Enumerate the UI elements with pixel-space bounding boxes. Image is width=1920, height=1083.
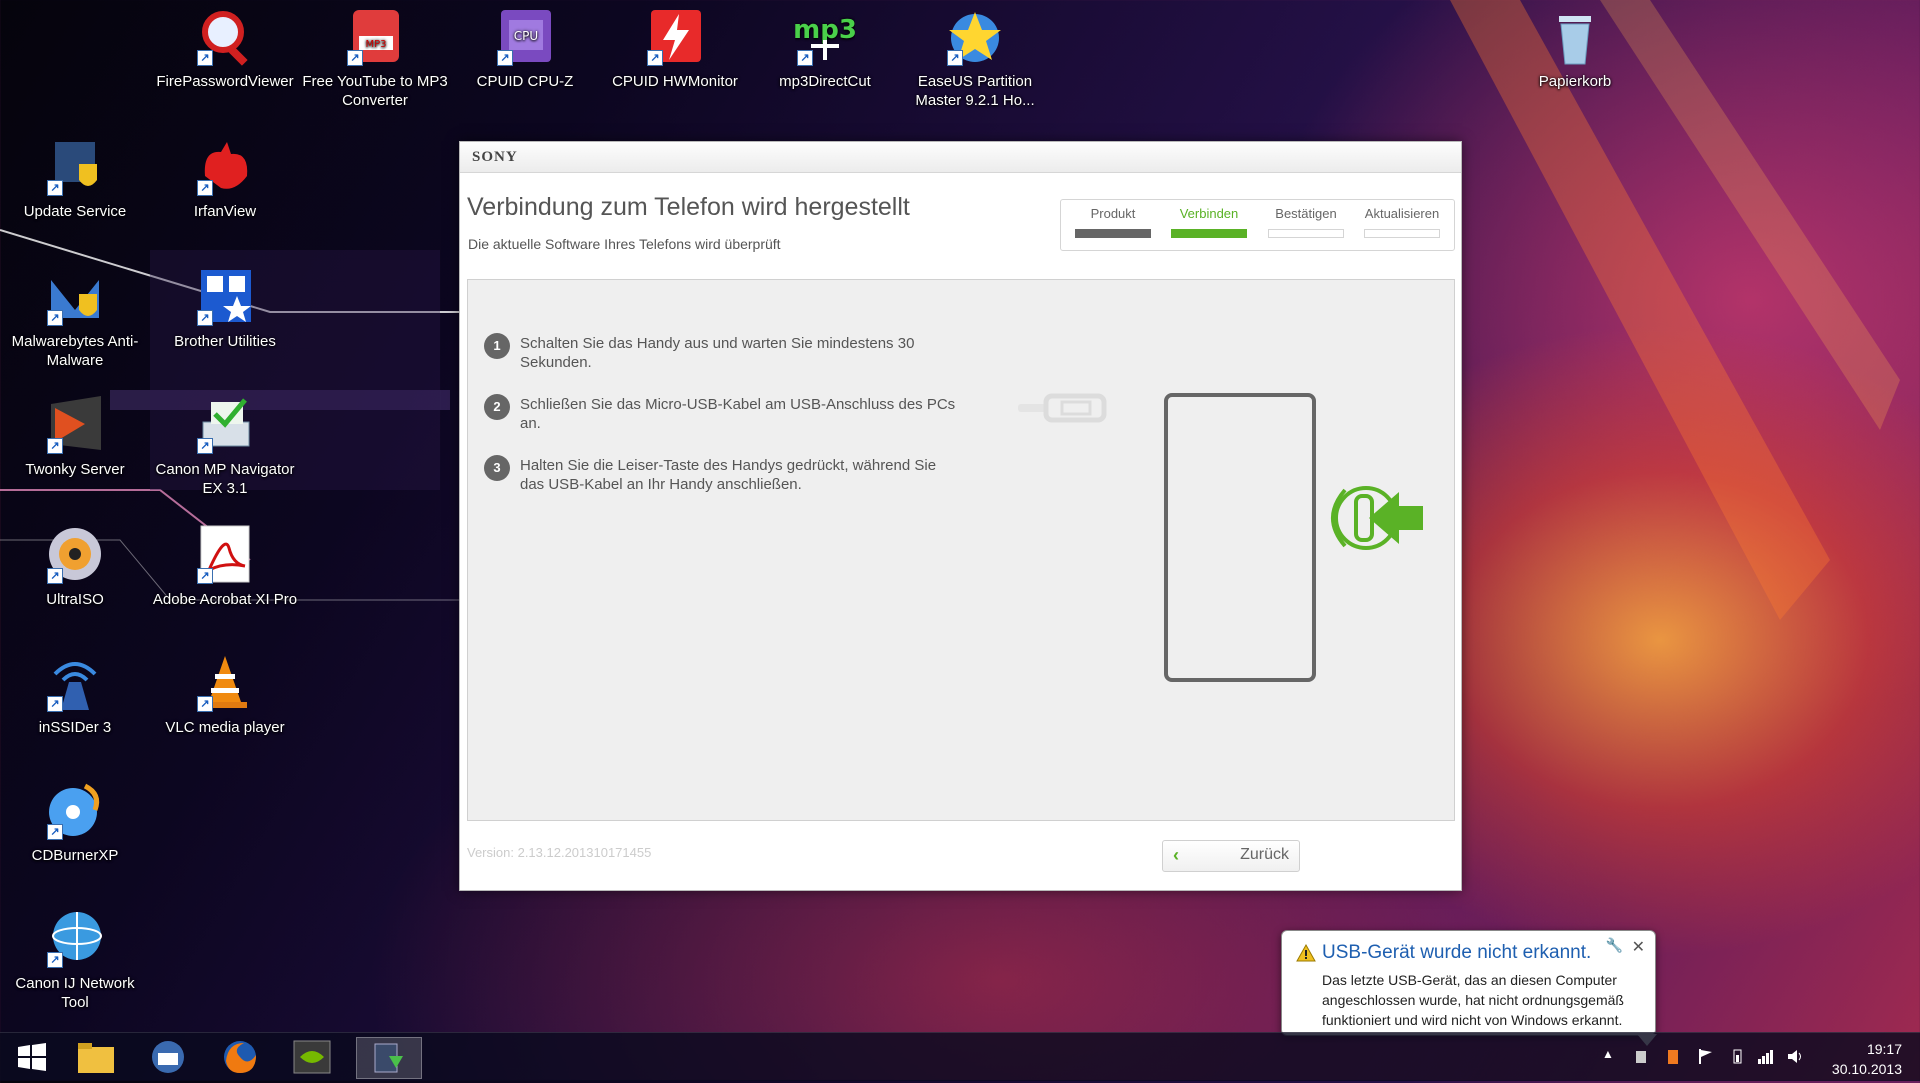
- taskbar-thunderbird[interactable]: [140, 1037, 196, 1077]
- desktop-icon-inssider[interactable]: ↗ inSSIDer 3: [0, 652, 150, 737]
- tray-expand-icon[interactable]: ▲: [1602, 1047, 1620, 1065]
- desktop-icon-acrobat[interactable]: ↗ Adobe Acrobat XI Pro: [150, 524, 300, 609]
- desktop-icon-cpu-z[interactable]: CPU ↗ CPUID CPU-Z: [450, 6, 600, 91]
- usb-error-notification[interactable]: USB-Gerät wurde nicht erkannt. Das letzt…: [1281, 930, 1657, 1046]
- desktop-icon-easeus[interactable]: ↗ EaseUS Partition Master 9.2.1 Ho...: [900, 6, 1050, 110]
- step-number-badge: 2: [484, 394, 510, 420]
- notification-body: Das letzte USB-Gerät, das an diesen Comp…: [1322, 972, 1624, 1028]
- key-magnifier-icon: ↗: [195, 6, 255, 66]
- step-number-badge: 3: [484, 455, 510, 481]
- desktop-icon-mp3directcut[interactable]: mp3 ↗ mp3DirectCut: [750, 6, 900, 91]
- taskbar: ▲ 19:17 30.10.2013: [0, 1032, 1920, 1081]
- desktop-icon-canon-ij-network[interactable]: ↗ Canon IJ Network Tool: [0, 908, 150, 1012]
- taskbar-nvidia[interactable]: [284, 1037, 340, 1077]
- signal-icon[interactable]: [1756, 1047, 1774, 1065]
- desktop-icon-twonky[interactable]: ↗ Twonky Server: [0, 394, 150, 479]
- taskbar-sony-update[interactable]: [356, 1037, 422, 1079]
- desktop-icon-cdburnerxp[interactable]: ↗ CDBurnerXP: [0, 780, 150, 865]
- scanner-icon: ↗: [195, 394, 255, 454]
- instruction-step-1: 1 Schalten Sie das Handy aus und warten …: [484, 333, 960, 372]
- page-subtitle: Die aktuelle Software Ihres Telefons wir…: [468, 236, 781, 252]
- mp3-cut-icon: mp3 ↗: [793, 15, 857, 66]
- nvidia-icon: [293, 1040, 331, 1074]
- step-number-badge: 1: [484, 333, 510, 359]
- taskbar-explorer[interactable]: [68, 1037, 124, 1077]
- taskbar-firefox[interactable]: [212, 1037, 268, 1077]
- sony-update-dialog: SONY Verbindung zum Telefon wird hergest…: [459, 141, 1462, 891]
- usb-cable-icon: [1018, 393, 1107, 423]
- orange-tray-icon[interactable]: [1664, 1047, 1682, 1065]
- desktop-icon-brother-utilities[interactable]: ↗ Brother Utilities: [150, 266, 300, 351]
- partition-star-icon: ↗: [945, 6, 1005, 66]
- toolbox-icon: ↗: [195, 266, 255, 326]
- desktop-icon-free-youtube-to-mp3[interactable]: MP3 ↗ Free YouTube to MP3 Converter: [300, 6, 450, 110]
- svg-text:MP3: MP3: [365, 39, 386, 50]
- phone-outline-icon: [1164, 393, 1316, 682]
- red-cat-icon: ↗: [195, 136, 255, 196]
- usb-tray-icon[interactable]: [1632, 1047, 1650, 1065]
- disc-icon: ↗: [45, 524, 105, 584]
- twonky-icon: ↗: [45, 394, 105, 454]
- wrench-icon[interactable]: 🔧: [1606, 937, 1623, 954]
- sony-update-icon: [374, 1043, 403, 1073]
- battery-icon[interactable]: [1728, 1047, 1746, 1065]
- cpu-chip-icon: CPU ↗: [495, 6, 555, 66]
- mail-bird-icon: [152, 1041, 184, 1073]
- progress-steps: Produkt Verbinden Bestätigen Aktualisier…: [1060, 199, 1455, 251]
- mp3-file-icon: MP3 ↗: [345, 6, 405, 66]
- network-globe-icon: ↗: [45, 908, 105, 968]
- svg-text:CPU: CPU: [514, 29, 538, 43]
- vlc-cone-icon: ↗: [195, 652, 255, 712]
- version-label: Version: 2.13.12.201310171455: [467, 845, 652, 860]
- step-produkt: Produkt: [1065, 206, 1161, 238]
- instruction-panel: 1 Schalten Sie das Handy aus und warten …: [467, 279, 1455, 821]
- step-bar-pending: [1364, 229, 1440, 238]
- phone-connect-illustration: [1164, 393, 1423, 682]
- desktop-icon-update-service[interactable]: ↗ Update Service: [0, 136, 150, 221]
- pdf-icon: ↗: [195, 524, 255, 584]
- warning-icon: [1296, 944, 1316, 962]
- clock-date: 30.10.2013: [1831, 1061, 1902, 1077]
- close-icon[interactable]: ✕: [1632, 937, 1645, 957]
- wifi-tower-icon: ↗: [45, 652, 105, 712]
- windows-logo-icon: [18, 1043, 46, 1071]
- instruction-step-2: 2 Schließen Sie das Micro-USB-Kabel am U…: [484, 394, 960, 433]
- malwarebytes-icon: ↗: [45, 266, 105, 326]
- desktop-icon-irfanview[interactable]: ↗ IrfanView: [150, 136, 300, 221]
- desktop-icon-papierkorb[interactable]: Papierkorb: [1500, 6, 1650, 91]
- back-button[interactable]: ‹ Zurück: [1162, 840, 1300, 872]
- cd-burner-icon: ↗: [45, 780, 105, 840]
- instruction-step-3: 3 Halten Sie die Leiser-Taste des Handys…: [484, 455, 960, 494]
- desktop-icon-vlc[interactable]: ↗ VLC media player: [150, 652, 300, 737]
- flag-icon[interactable]: [1696, 1047, 1714, 1065]
- brand-logo: SONY: [472, 149, 518, 165]
- step-bar-pending: [1268, 229, 1344, 238]
- desktop-icon-ultraiso[interactable]: ↗ UltraISO: [0, 524, 150, 609]
- folder-icon: [78, 1043, 114, 1073]
- desktop-icon-canon-mp-navigator[interactable]: ↗ Canon MP Navigator EX 3.1: [150, 394, 300, 498]
- desktop-icon-malwarebytes[interactable]: ↗ Malwarebytes Anti-Malware: [0, 266, 150, 370]
- firefox-icon: [224, 1041, 256, 1073]
- step-verbinden: Verbinden: [1161, 206, 1257, 238]
- dialog-title-bar[interactable]: [460, 142, 1461, 173]
- start-button[interactable]: [4, 1037, 60, 1077]
- step-bestaetigen: Bestätigen: [1258, 206, 1354, 238]
- page-title: Verbindung zum Telefon wird hergestellt: [467, 193, 910, 221]
- step-bar-active: [1171, 229, 1247, 238]
- step-bar-done: [1075, 229, 1151, 238]
- notification-title: USB-Gerät wurde nicht erkannt.: [1322, 942, 1592, 963]
- speaker-icon[interactable]: [1786, 1047, 1804, 1065]
- lightning-monitor-icon: ↗: [645, 6, 705, 66]
- chevron-left-icon: ‹: [1173, 845, 1179, 865]
- step-aktualisieren: Aktualisieren: [1354, 206, 1450, 238]
- update-shield-icon: ↗: [45, 136, 105, 196]
- recycle-bin-icon: [1545, 6, 1605, 66]
- arrow-left-icon: [1369, 492, 1423, 544]
- desktop-icon-firepasswordviewer[interactable]: ↗ FirePasswordViewer: [150, 6, 300, 91]
- clock-time: 19:17: [1866, 1041, 1902, 1057]
- system-clock[interactable]: 19:17 30.10.2013: [1832, 1039, 1902, 1079]
- desktop-icon-hwmonitor[interactable]: ↗ CPUID HWMonitor: [600, 6, 750, 91]
